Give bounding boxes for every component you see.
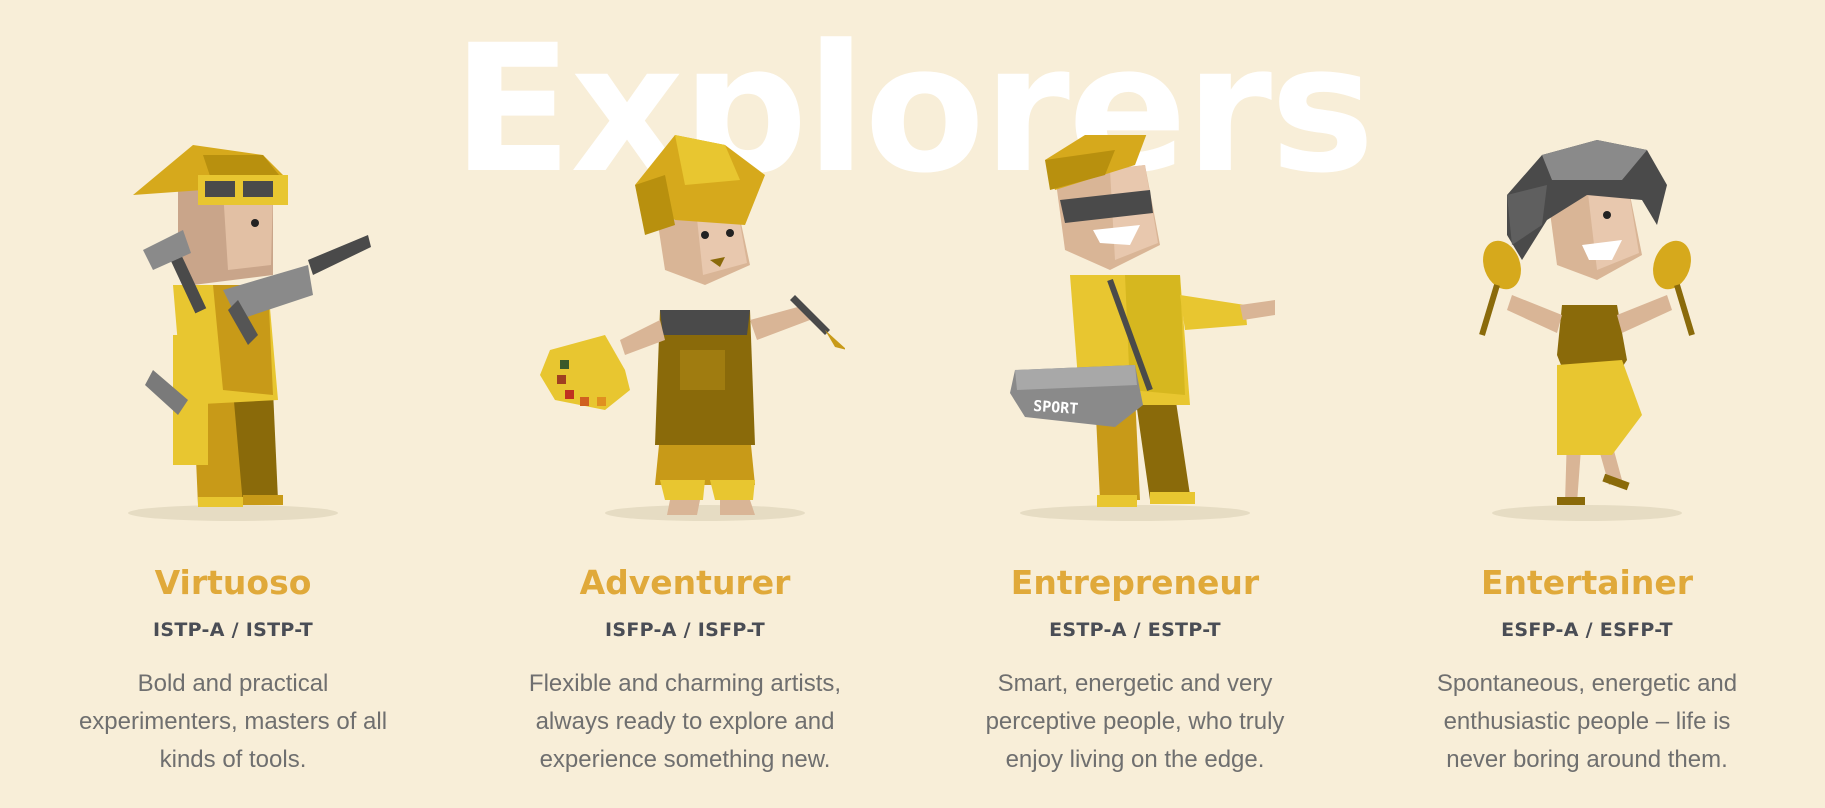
bag-label: SPORT [1033, 397, 1079, 418]
adventurer-illustration [525, 135, 845, 525]
type-card-virtuoso[interactable]: Virtuoso ISTP-A / ISTP-T Bold and practi… [23, 135, 443, 805]
type-title[interactable]: Virtuoso [23, 563, 443, 602]
type-card-entrepreneur[interactable]: SPORT Entrepreneur ESTP-A / ESTP-T Smart… [925, 135, 1345, 805]
type-codes: ISTP-A / ISTP-T [153, 619, 313, 641]
type-codes: ESFP-A / ESFP-T [1501, 619, 1673, 641]
type-cards: Virtuoso ISTP-A / ISTP-T Bold and practi… [0, 0, 1825, 808]
type-description: Flexible and charming artists, always re… [528, 670, 842, 773]
entrepreneur-illustration: SPORT [975, 135, 1295, 525]
type-card-entertainer[interactable]: Entertainer ESFP-A / ESFP-T Spontaneous,… [1377, 135, 1797, 805]
type-description: Spontaneous, energetic and enthusiastic … [1436, 670, 1738, 773]
type-card-adventurer[interactable]: Adventurer ISFP-A / ISFP-T Flexible and … [475, 135, 895, 805]
type-codes: ESTP-A / ESTP-T [1049, 619, 1221, 641]
type-title[interactable]: Entertainer [1377, 563, 1797, 602]
type-title[interactable]: Adventurer [475, 563, 895, 602]
type-title[interactable]: Entrepreneur [925, 563, 1345, 602]
entertainer-illustration [1427, 135, 1747, 525]
virtuoso-illustration [73, 135, 393, 525]
type-description: Bold and practical experimenters, master… [78, 670, 388, 773]
type-codes: ISFP-A / ISFP-T [605, 619, 765, 641]
type-description: Smart, energetic and very perceptive peo… [985, 670, 1285, 773]
